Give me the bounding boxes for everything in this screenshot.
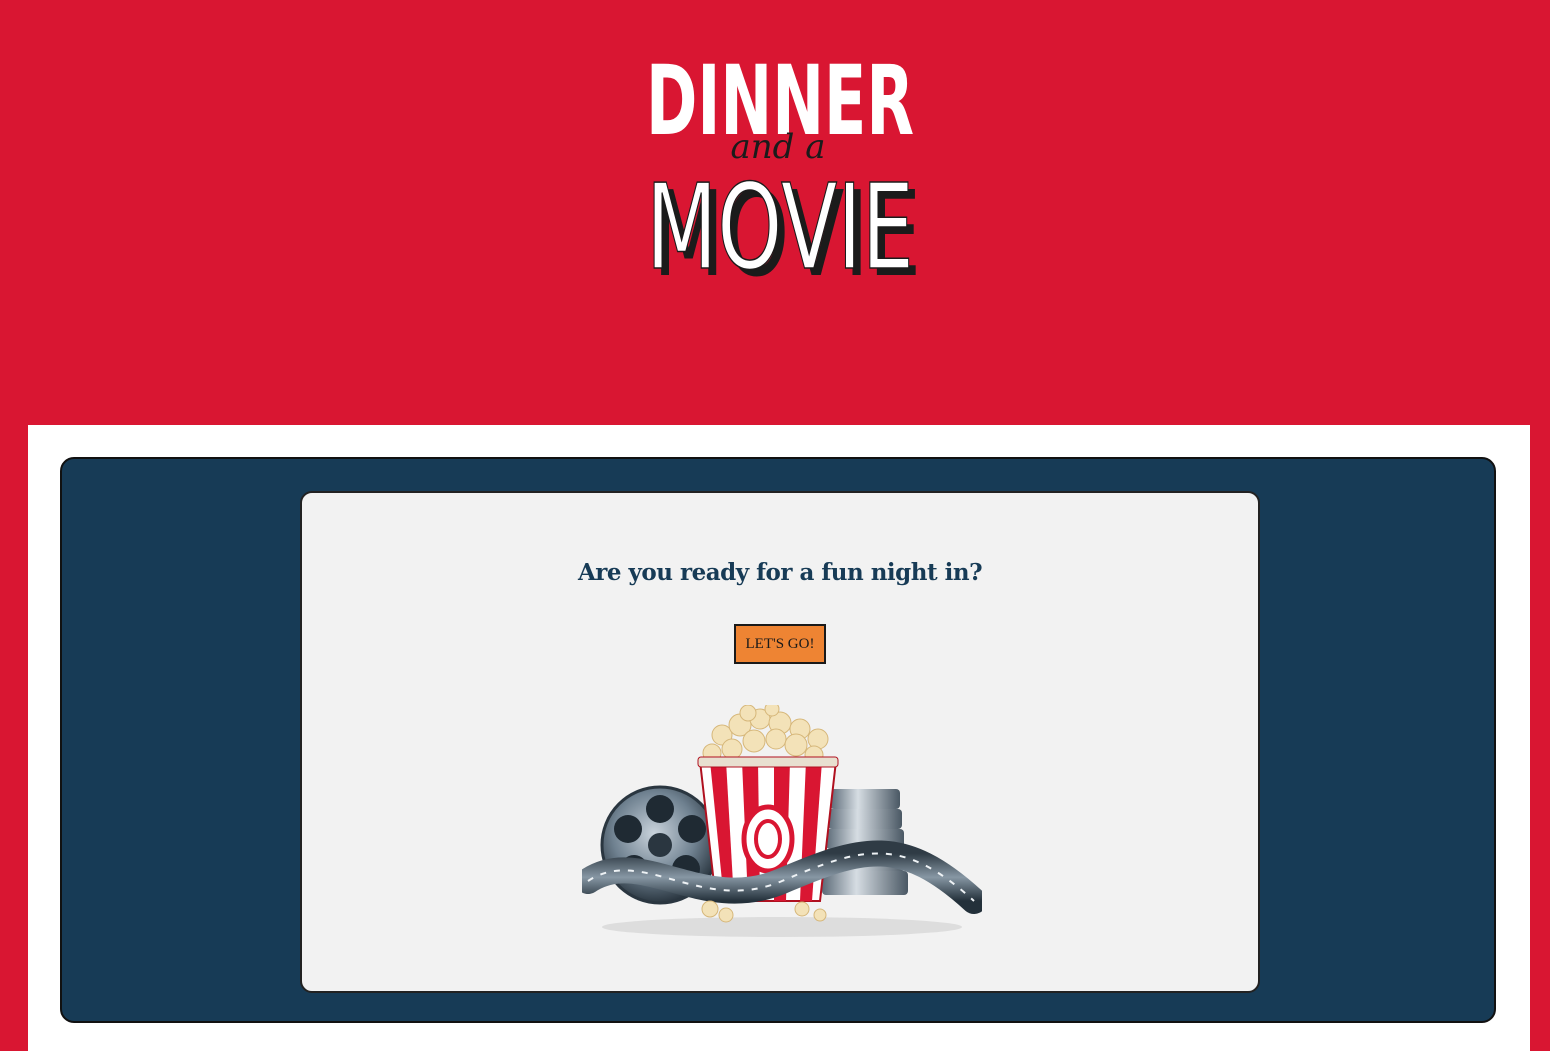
- welcome-card: Are you ready for a fun night in? LET'S …: [300, 491, 1260, 993]
- popcorn-film-reel-icon: [575, 701, 987, 945]
- dinner-and-a-movie-logo: DINNER and a MOVIE MOVIE: [640, 46, 920, 278]
- content-area: Are you ready for a fun night in? LET'S …: [28, 425, 1530, 1051]
- welcome-question: Are you ready for a fun night in?: [577, 559, 983, 586]
- main-card: Are you ready for a fun night in? LET'S …: [60, 457, 1496, 1023]
- site-header: DINNER and a MOVIE MOVIE: [0, 0, 1550, 425]
- logo-line-movie: MOVIE: [646, 158, 914, 278]
- lets-go-button[interactable]: LET'S GO!: [734, 624, 826, 664]
